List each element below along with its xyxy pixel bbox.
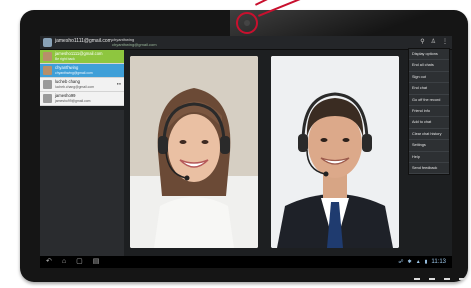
home-icon[interactable]: ⌂ [62, 257, 66, 267]
local-video-feed [130, 56, 258, 248]
contact-status: chyanthwing@gmail.com [55, 71, 93, 75]
contact-name: jamesho1111@gmail.com [55, 51, 103, 56]
hardware-key-mark [444, 278, 450, 280]
menu-icon[interactable]: ▤ [93, 257, 100, 267]
menu-item-help[interactable]: Help [409, 152, 449, 163]
nav-buttons: ↶ ⌂ ▢ ▤ [46, 257, 99, 267]
hardware-key-mark [414, 278, 420, 280]
overflow-menu: Display options End all chats Sign out E… [408, 48, 450, 176]
action-icons: ⚲ ♙ ⋮ [420, 38, 448, 47]
list-background [40, 110, 124, 256]
video-capable-badge: ●● [116, 82, 121, 86]
contact-list: jamesho1111@gmail.com Be right back chya… [40, 50, 124, 110]
status-area[interactable]: ☍ ✱ ▲ ▮ 11:13 [398, 257, 446, 267]
hardware-key-mark [459, 278, 465, 280]
menu-item-display-options[interactable]: Display options [409, 49, 449, 61]
contact-name: chyanthwing [55, 65, 79, 70]
front-camera-icon [244, 20, 250, 26]
active-contact-status: chyanthwing@gmail.com [112, 42, 157, 47]
contact-status: lucheb.chang@gmail.com [55, 85, 95, 89]
remote-video-feed [271, 56, 399, 248]
search-icon[interactable]: ⚲ [420, 38, 424, 47]
list-item[interactable]: jamesho1111@gmail.com Be right back [40, 50, 124, 64]
avatar [43, 66, 52, 75]
wifi-icon: ▲ [415, 259, 421, 265]
list-item[interactable]: jamesho99 jamesho99@gmail.com [40, 92, 124, 106]
bluetooth-icon: ✱ [407, 259, 412, 265]
active-contact-header: chyanthwing chyanthwing@gmail.com [112, 37, 157, 47]
person-man-image [271, 56, 399, 248]
action-bar: jamesho1111@gmail.com chyanthwing chyant… [40, 36, 452, 50]
recents-icon[interactable]: ▢ [76, 257, 83, 267]
account-email[interactable]: jamesho1111@gmail.com [55, 38, 112, 44]
screen: jamesho1111@gmail.com chyanthwing chyant… [40, 36, 452, 268]
hardware-key-mark [429, 278, 435, 280]
list-item[interactable]: lucheb chang lucheb.chang@gmail.com ●● [40, 78, 124, 92]
add-friend-icon[interactable]: ♙ [431, 38, 436, 47]
menu-item-sign-out[interactable]: Sign out [409, 72, 449, 84]
avatar [43, 80, 52, 89]
list-item[interactable]: chyanthwing chyanthwing@gmail.com [40, 64, 124, 78]
clock: 11:13 [431, 259, 446, 265]
back-icon[interactable]: ↶ [46, 257, 52, 267]
battery-icon: ▮ [424, 259, 428, 265]
person-woman-image [130, 56, 258, 248]
contact-name: jamesho99 [55, 93, 76, 98]
overflow-menu-icon[interactable]: ⋮ [442, 38, 448, 47]
menu-item-add-to-chat[interactable]: Add to chat [409, 117, 449, 129]
menu-item-end-chat[interactable]: End chat [409, 83, 449, 95]
contact-status: jamesho99@gmail.com [55, 99, 91, 103]
system-bar: ↶ ⌂ ▢ ▤ ☍ ✱ ▲ ▮ 11:13 [40, 256, 452, 268]
avatar [43, 52, 52, 61]
talk-app-icon[interactable] [43, 38, 52, 47]
menu-item-clear-history[interactable]: Clear chat history [409, 129, 449, 141]
device-bottom-keys [375, 276, 465, 282]
usb-icon: ☍ [398, 259, 404, 265]
avatar [43, 94, 52, 103]
contact-status: Be right back [55, 57, 75, 61]
menu-item-off-the-record[interactable]: Go off the record [409, 95, 449, 106]
menu-item-friend-info[interactable]: Friend info [409, 106, 449, 118]
menu-item-end-all-chats[interactable]: End all chats [409, 60, 449, 72]
menu-item-send-feedback[interactable]: Send feedback [409, 163, 449, 175]
contact-name: lucheb chang [55, 79, 80, 84]
menu-item-settings[interactable]: Settings [409, 140, 449, 152]
